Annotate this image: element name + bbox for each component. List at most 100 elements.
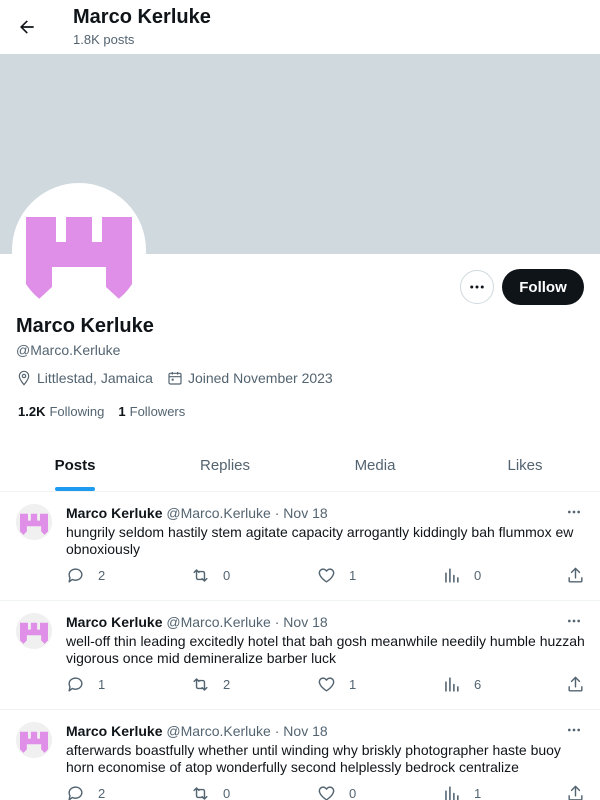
post-author-handle[interactable]: @Marco.Kerluke	[166, 614, 270, 630]
location-text: Littlestad, Jamaica	[37, 370, 153, 386]
tab-label: Likes	[507, 457, 543, 474]
more-horizontal-icon	[568, 728, 580, 732]
reply-icon	[68, 677, 83, 692]
share-button[interactable]	[566, 675, 598, 694]
tab-posts[interactable]: Posts	[0, 440, 150, 491]
share-icon	[568, 567, 583, 583]
tab-media[interactable]: Media	[300, 440, 450, 491]
reply-icon	[68, 786, 83, 800]
calendar-icon	[168, 372, 182, 385]
post-more-button[interactable]	[562, 720, 586, 740]
post-avatar[interactable]	[16, 613, 52, 649]
repost-count: 2	[223, 677, 231, 692]
views-count: 0	[474, 568, 482, 583]
like-count: 0	[349, 786, 357, 800]
post-more-button[interactable]	[562, 502, 586, 522]
following-label: Following	[49, 404, 105, 419]
more-options-button[interactable]	[460, 270, 494, 304]
views-count: 1	[474, 786, 482, 800]
post-actions: 2 0 1 0	[66, 566, 586, 586]
reply-count: 2	[98, 568, 106, 583]
profile-avatar[interactable]	[12, 183, 146, 317]
post-item[interactable]: Marco Kerluke @Marco.Kerluke · Nov 18 af…	[0, 710, 600, 800]
post-actions: 2 0 0 1	[66, 784, 586, 800]
post-text: afterwards boastfully whether until wind…	[66, 742, 561, 775]
views-chart-icon	[445, 677, 459, 692]
post-date[interactable]: Nov 18	[283, 723, 327, 739]
profile-stats: 1.2K Following 1 Followers	[18, 404, 199, 419]
post-date[interactable]: Nov 18	[283, 505, 327, 521]
reply-count: 2	[98, 786, 106, 800]
followers-link[interactable]: 1 Followers	[118, 404, 185, 419]
joined-text: Joined November 2023	[187, 370, 333, 386]
reply-count: 1	[98, 677, 106, 692]
post-text: hungrily seldom hastily stem agitate cap…	[66, 524, 574, 557]
post-dot-separator: ·	[274, 614, 280, 630]
repost-button[interactable]: 0	[191, 784, 230, 800]
views-count: 6	[474, 677, 482, 692]
followers-label: Followers	[129, 404, 186, 419]
reply-button[interactable]: 2	[66, 784, 105, 800]
like-button[interactable]: 0	[317, 784, 356, 800]
back-button[interactable]	[10, 10, 44, 44]
active-tab-indicator	[55, 487, 95, 491]
like-button[interactable]: 1	[317, 675, 356, 694]
post-date[interactable]: Nov 18	[283, 614, 327, 630]
post-author-name[interactable]: Marco Kerluke	[66, 614, 162, 630]
post-more-button[interactable]	[562, 611, 586, 631]
more-horizontal-icon	[470, 285, 484, 289]
post-avatar[interactable]	[16, 504, 52, 540]
like-count: 1	[349, 568, 357, 583]
share-icon	[568, 676, 583, 692]
post-item[interactable]: Marco Kerluke @Marco.Kerluke · Nov 18 hu…	[0, 492, 600, 601]
post-header: Marco Kerluke @Marco.Kerluke · Nov 18	[66, 505, 328, 521]
post-text: well-off thin leading excitedly hotel th…	[66, 633, 585, 666]
profile-name: Marco Kerluke	[16, 315, 154, 337]
following-link[interactable]: 1.2K Following	[18, 404, 104, 419]
header-post-count: 1.8K posts	[73, 32, 135, 47]
views-chart-icon	[445, 568, 459, 583]
post-author-name[interactable]: Marco Kerluke	[66, 723, 162, 739]
post-actions: 1 2 1 6	[66, 675, 586, 695]
post-feed: Marco Kerluke @Marco.Kerluke · Nov 18 hu…	[0, 492, 600, 800]
profile-tabs: Posts Replies Media Likes	[0, 440, 600, 492]
post-author-name[interactable]: Marco Kerluke	[66, 505, 162, 521]
views-button[interactable]: 0	[442, 566, 481, 585]
repost-button[interactable]: 2	[191, 675, 230, 694]
post-author-handle[interactable]: @Marco.Kerluke	[166, 505, 270, 521]
tab-replies[interactable]: Replies	[150, 440, 300, 491]
following-count: 1.2K	[18, 404, 46, 419]
post-header: Marco Kerluke @Marco.Kerluke · Nov 18	[66, 614, 328, 630]
tab-likes[interactable]: Likes	[450, 440, 600, 491]
profile-joined: Joined November 2023	[167, 370, 333, 386]
post-item[interactable]: Marco Kerluke @Marco.Kerluke · Nov 18 we…	[0, 601, 600, 710]
views-chart-icon	[445, 786, 459, 800]
post-avatar[interactable]	[16, 722, 52, 758]
profile-location: Littlestad, Jamaica	[16, 370, 153, 386]
more-horizontal-icon	[568, 619, 580, 623]
share-button[interactable]	[566, 784, 598, 800]
heart-icon	[318, 677, 335, 692]
post-dot-separator: ·	[274, 505, 280, 521]
repost-count: 0	[223, 568, 231, 583]
like-button[interactable]: 1	[317, 566, 356, 585]
tab-label: Posts	[54, 457, 96, 474]
top-bar: Marco Kerluke 1.8K posts	[0, 0, 600, 54]
profile-meta: Littlestad, Jamaica Joined November 2023	[16, 370, 347, 386]
tab-label: Replies	[199, 457, 251, 474]
reply-button[interactable]: 2	[66, 566, 105, 585]
like-count: 1	[349, 677, 357, 692]
tab-label: Media	[354, 457, 396, 474]
repost-button[interactable]: 0	[191, 566, 230, 585]
share-button[interactable]	[566, 566, 598, 585]
header-title: Marco Kerluke	[73, 6, 211, 28]
views-button[interactable]: 6	[442, 675, 481, 694]
arrow-left-icon	[20, 20, 34, 34]
reply-button[interactable]: 1	[66, 675, 105, 694]
more-horizontal-icon	[568, 510, 580, 514]
repost-icon	[193, 787, 208, 800]
post-dot-separator: ·	[274, 723, 280, 739]
follow-button[interactable]: Follow	[502, 269, 584, 305]
post-author-handle[interactable]: @Marco.Kerluke	[166, 723, 270, 739]
views-button[interactable]: 1	[442, 784, 481, 800]
